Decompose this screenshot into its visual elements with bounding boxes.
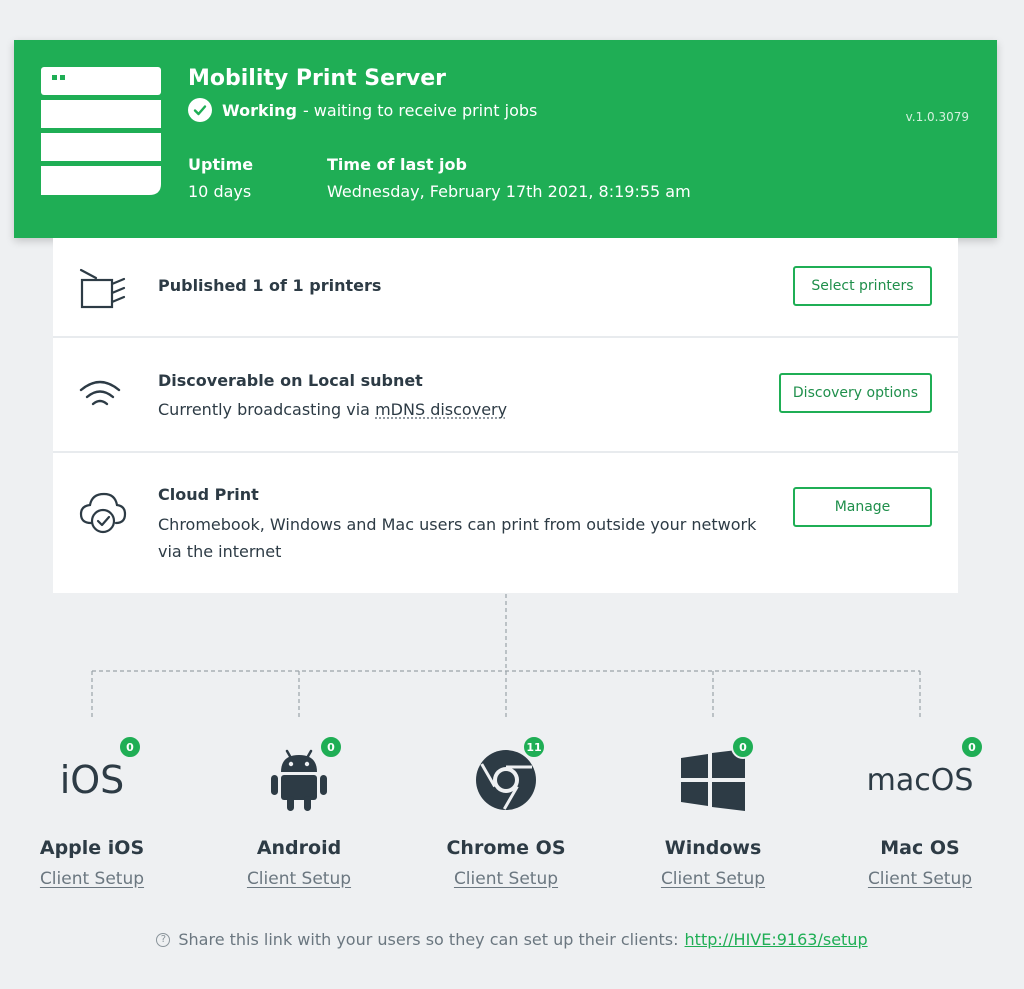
windows-count-badge: 0	[731, 735, 755, 759]
platform-android: 0 Android Client Setup	[219, 735, 379, 889]
platform-chrome-os: 11 Chrome OS Client Setup	[426, 735, 586, 889]
discovery-title: Discoverable on Local subnet	[158, 371, 423, 390]
manage-cloud-print-button[interactable]: Manage	[793, 487, 932, 527]
printers-card: Published 1 of 1 printers Select printer…	[53, 238, 958, 338]
mdns-discovery-link[interactable]: mDNS discovery	[375, 400, 507, 419]
last-job-label: Time of last job	[327, 155, 467, 174]
platform-name: Windows	[664, 837, 762, 859]
discovery-card: Discoverable on Local subnet Currently b…	[53, 338, 958, 453]
uptime-stat: Uptime 10 days	[188, 155, 253, 201]
settings-cards: Published 1 of 1 printers Select printer…	[53, 238, 958, 593]
uptime-label: Uptime	[188, 155, 254, 174]
status-label: Working	[222, 100, 297, 120]
cloud-print-title: Cloud Print	[158, 485, 259, 504]
chrome-os-client-setup-link[interactable]: Client Setup	[454, 869, 558, 889]
chrome-count-badge: 11	[522, 735, 546, 759]
cloud-print-card: Cloud Print Chromebook, Windows and Mac …	[53, 453, 958, 593]
ios-count-badge: 0	[118, 735, 142, 759]
share-setup-footer: ? Share this link with your users so the…	[0, 930, 1024, 949]
printer-icon	[79, 268, 126, 309]
last-job-value: Wednesday, February 17th 2021, 8:19:55 a…	[327, 182, 691, 201]
android-count-badge: 0	[319, 735, 343, 759]
ios-logo-icon: iOS	[59, 758, 125, 802]
platform-ios: iOS 0 Apple iOS Client Setup	[12, 735, 172, 889]
server-stack-icon	[41, 67, 161, 195]
discovery-description: Currently broadcasting via mDNS discover…	[158, 400, 508, 419]
platform-name: Mac OS	[880, 837, 960, 859]
platform-name: Apple iOS	[39, 837, 145, 859]
setup-url-link[interactable]: http://HIVE:9163/setup	[685, 930, 868, 949]
server-status: Working - waiting to receive print jobs	[188, 98, 537, 122]
status-description: - waiting to receive print jobs	[302, 100, 538, 120]
android-icon	[271, 749, 327, 811]
share-text: Share this link with your users so they …	[178, 930, 679, 949]
printers-title: Published 1 of 1 printers	[158, 276, 382, 295]
select-printers-button[interactable]: Select printers	[793, 266, 932, 306]
windows-client-setup-link[interactable]: Client Setup	[661, 869, 765, 889]
last-job-stat: Time of last job Wednesday, February 17t…	[327, 155, 691, 201]
page-title: Mobility Print Server	[188, 66, 446, 91]
cloud-check-icon	[79, 492, 127, 534]
ios-client-setup-link[interactable]: Client Setup	[40, 869, 144, 889]
macos-client-setup-link[interactable]: Client Setup	[868, 869, 972, 889]
version-label: v.1.0.3079	[905, 110, 969, 124]
cloud-print-description: Chromebook, Windows and Mac users can pr…	[158, 515, 757, 561]
platform-name: Chrome OS	[446, 837, 566, 859]
check-circle-icon	[188, 98, 212, 122]
macos-logo-icon: macOS	[866, 762, 974, 798]
uptime-value: 10 days	[188, 182, 252, 201]
platform-windows: 0 Windows Client Setup	[633, 735, 793, 889]
platform-name: Android	[256, 837, 342, 859]
android-client-setup-link[interactable]: Client Setup	[247, 869, 351, 889]
wifi-icon	[79, 380, 121, 406]
help-circle-icon: ?	[156, 932, 171, 947]
macos-count-badge: 0	[960, 735, 984, 759]
platform-macos: macOS 0 Mac OS Client Setup	[840, 735, 1000, 889]
windows-icon	[681, 749, 745, 811]
discovery-options-button[interactable]: Discovery options	[779, 373, 932, 413]
server-status-banner: Mobility Print Server Working - waiting …	[14, 40, 997, 238]
